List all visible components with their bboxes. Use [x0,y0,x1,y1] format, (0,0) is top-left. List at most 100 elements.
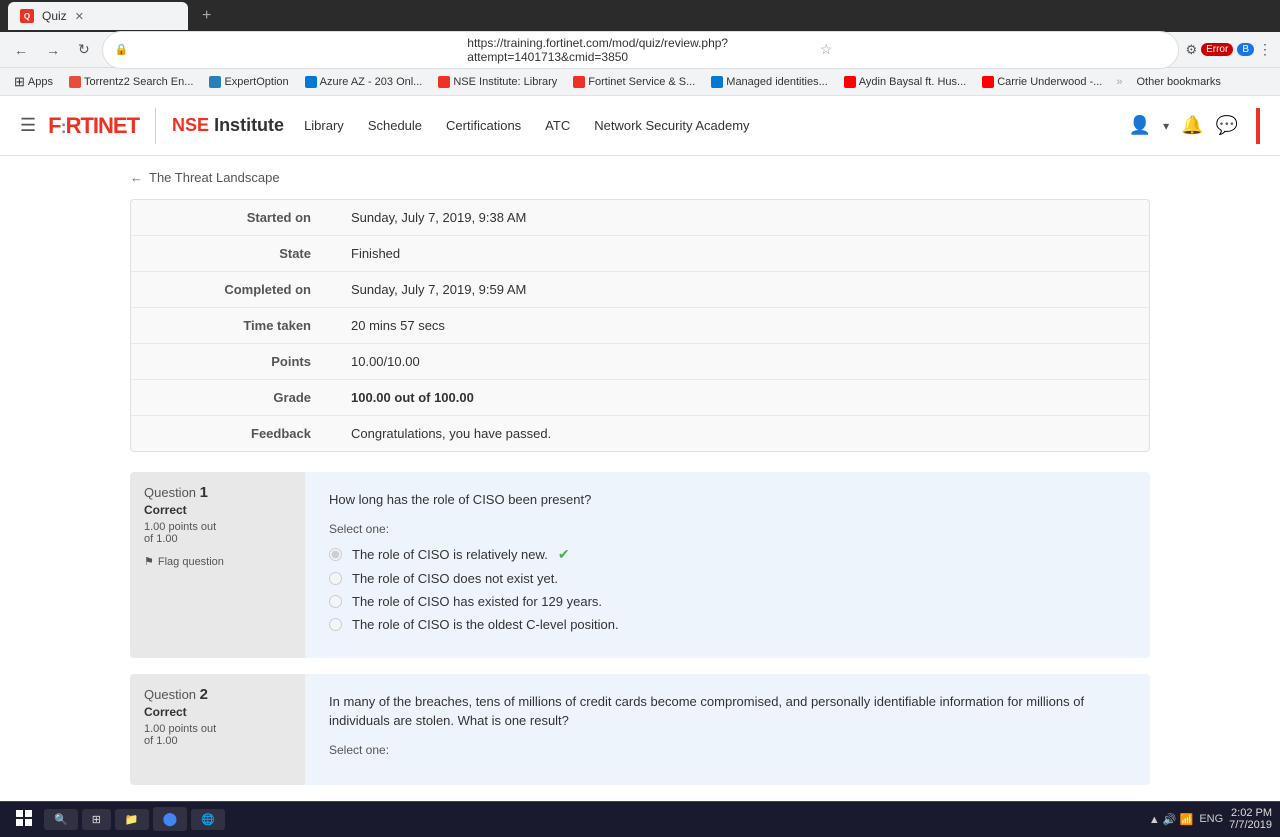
bookmark-azure[interactable]: Azure AZ - 203 Onl... [299,74,429,90]
taskbar-browser-button[interactable]: ⬤ [153,807,188,831]
question-1-radio-1[interactable] [329,548,342,561]
breadcrumb-link[interactable]: The Threat Landscape [149,170,280,185]
messages-icon[interactable]: 💬 [1216,115,1238,136]
question-1-option-3-text: The role of CISO has existed for 129 yea… [352,594,602,609]
back-button[interactable]: ← [8,38,34,62]
edge-icon: 🌐 [201,813,215,826]
taskbar-task-view-button[interactable]: ⊞ [82,809,111,830]
bookmark-aydin-label: Aydin Baysal ft. Hus... [859,76,966,88]
start-button[interactable] [8,806,40,833]
bookmark-apps[interactable]: ⊞ Apps [8,72,59,92]
questions-area: Question 1 Correct 1.00 points out of 1.… [130,472,1150,785]
bookmark-torrentz-label: Torrentz2 Search En... [84,76,193,88]
question-1-text: How long has the role of CISO been prese… [329,490,1126,510]
question-1-sidebar: Question 1 Correct 1.00 points out of 1.… [130,472,305,658]
bookmark-other[interactable]: Other bookmarks [1130,74,1226,90]
question-2-sidebar: Question 2 Correct 1.00 points out of 1.… [130,674,305,785]
bookmark-expertoption-label: ExpertOption [224,76,288,88]
new-tab-button[interactable]: + [194,7,219,25]
feedback-value: Congratulations, you have passed. [331,416,1149,452]
completed-on-value: Sunday, July 7, 2019, 9:59 AM [331,272,1149,308]
bookmarks-more-button[interactable]: » [1112,76,1126,88]
browser-action-icons: ⚙ Error B ⋮ [1185,41,1272,58]
bookmark-fortinet-label: Fortinet Service & S... [588,76,695,88]
question-1-select-label: Select one: [329,522,1126,536]
refresh-button[interactable]: ↻ [72,37,96,62]
logo-divider [155,108,156,144]
bookmark-expertoption[interactable]: ExpertOption [203,74,294,90]
bookmark-carrie[interactable]: Carrie Underwood -... [976,74,1108,90]
apps-grid-icon: ⊞ [14,74,25,90]
question-1-option-2: The role of CISO does not exist yet. [329,571,1126,586]
nav-library[interactable]: Library [304,118,344,133]
started-on-label: Started on [131,200,331,236]
taskbar-file-explorer-button[interactable]: 📁 [115,809,149,830]
torrentz-favicon [69,76,81,88]
question-1-option-4: The role of CISO is the oldest C-level p… [329,617,1126,632]
summary-row-started: Started on Sunday, July 7, 2019, 9:38 AM [131,200,1149,236]
bookmark-managed[interactable]: Managed identities... [705,74,834,90]
question-1-flag-button[interactable]: ⚑ Flag question [144,555,291,568]
fortinet-favicon [573,76,585,88]
user-dropdown-chevron-icon[interactable]: ▾ [1163,119,1169,133]
question-2-select-label: Select one: [329,743,1126,757]
question-2-status: Correct [144,705,291,719]
institute-text: Institute [214,115,284,135]
hamburger-menu-button[interactable]: ☰ [20,115,36,136]
question-1-option-2-text: The role of CISO does not exist yet. [352,571,558,586]
notifications-bell-icon[interactable]: 🔔 [1181,115,1203,136]
header-icons: 👤 ▾ 🔔 💬 [1129,108,1260,144]
question-1-number: Question 1 [144,484,291,501]
system-tray-icons: ▲ 🔊 📶 [1149,813,1193,826]
question-1-points: 1.00 points out of 1.00 [144,521,291,545]
nav-network-security-academy[interactable]: Network Security Academy [594,118,749,133]
page-content: ☰ F:RTINET NSE Institute Library Schedul… [0,96,1280,785]
breadcrumb: ← The Threat Landscape [0,156,1280,199]
logo: F:RTINET NSE Institute [48,108,284,144]
nav-atc[interactable]: ATC [545,118,570,133]
started-on-value: Sunday, July 7, 2019, 9:38 AM [331,200,1149,236]
managed-favicon [711,76,723,88]
time-taken-value: 20 mins 57 secs [331,308,1149,344]
chrome-icon: ⬤ [163,811,178,827]
tab-close-button[interactable]: ✕ [75,10,84,23]
nav-certifications[interactable]: Certifications [446,118,521,133]
expertoption-favicon [209,76,221,88]
user-avatar[interactable]: 👤 [1129,115,1151,136]
question-1-radio-4[interactable] [329,618,342,631]
taskbar-edge-button[interactable]: 🌐 [191,809,225,830]
bookmark-fortinet[interactable]: Fortinet Service & S... [567,74,701,90]
bookmark-nse[interactable]: NSE Institute: Library [432,74,563,90]
browser-tab[interactable]: Q Quiz ✕ [8,2,188,30]
forward-button[interactable]: → [40,38,66,62]
summary-row-points: Points 10.00/10.00 [131,344,1149,380]
tab-favicon: Q [20,9,34,23]
main-navigation: Library Schedule Certifications ATC Netw… [304,118,1129,133]
ext-count-badge: B [1237,43,1254,56]
summary-row-grade: Grade 100.00 out of 100.00 [131,380,1149,416]
bookmark-azure-label: Azure AZ - 203 Onl... [320,76,423,88]
question-2-points: 1.00 points out of 1.00 [144,723,291,747]
question-1-radio-2[interactable] [329,572,342,585]
extensions-button[interactable]: ⚙ [1185,42,1197,58]
logo-f: F [48,113,60,138]
bookmark-aydin[interactable]: Aydin Baysal ft. Hus... [838,74,972,90]
grade-label: Grade [131,380,331,416]
question-1-radio-3[interactable] [329,595,342,608]
logo-rtinet: RTINET [66,113,139,138]
nav-schedule[interactable]: Schedule [368,118,422,133]
clock-time: 2:02 PM [1229,807,1272,819]
question-1-option-4-text: The role of CISO is the oldest C-level p… [352,617,619,632]
state-label: State [131,236,331,272]
star-icon[interactable]: ☆ [820,41,1167,58]
address-bar[interactable]: 🔒 https://training.fortinet.com/mod/quiz… [102,31,1180,69]
menu-button[interactable]: ⋮ [1258,41,1272,58]
taskbar-search-button[interactable]: 🔍 [44,809,78,830]
state-value: Finished [331,236,1149,272]
bookmark-torrentz[interactable]: Torrentz2 Search En... [63,74,199,90]
bookmark-carrie-label: Carrie Underwood -... [997,76,1102,88]
bookmark-nse-label: NSE Institute: Library [453,76,557,88]
azure-favicon [305,76,317,88]
points-value: 10.00/10.00 [331,344,1149,380]
points-label: Points [131,344,331,380]
